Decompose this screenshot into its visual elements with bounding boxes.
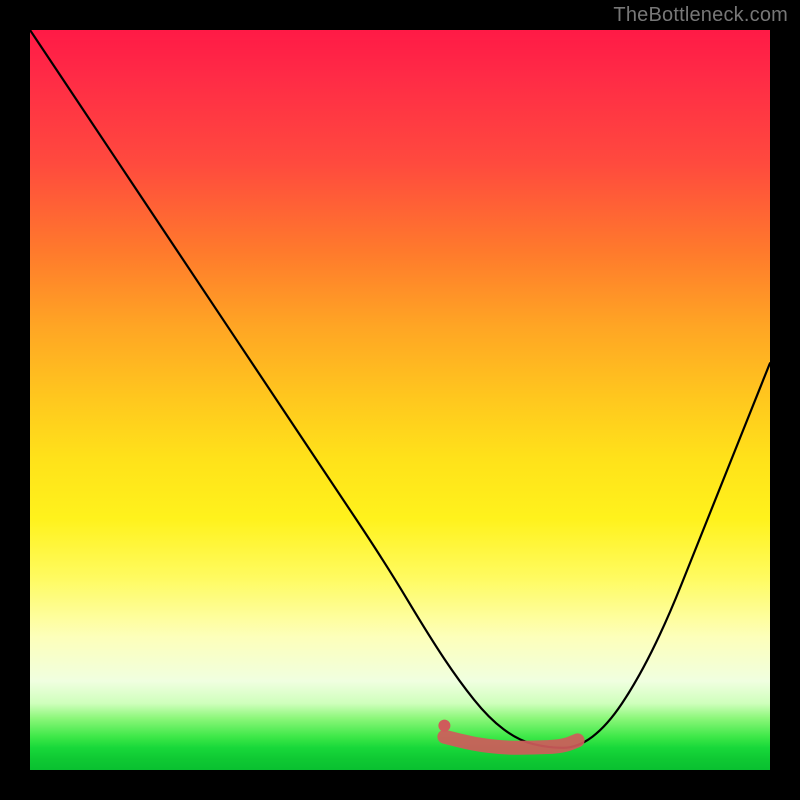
curve-svg (30, 30, 770, 770)
highlight-dot (438, 720, 450, 732)
chart-frame: TheBottleneck.com (0, 0, 800, 800)
highlight-segment (444, 737, 577, 748)
bottleneck-curve (30, 30, 770, 748)
plot-area (30, 30, 770, 770)
watermark-text: TheBottleneck.com (613, 4, 788, 27)
